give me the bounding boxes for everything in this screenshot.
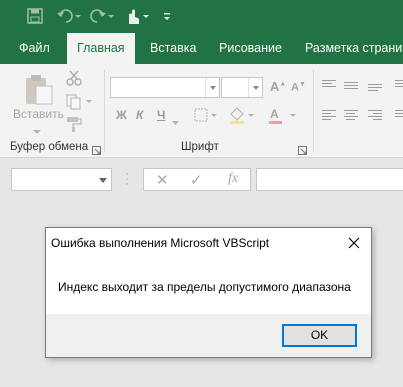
top-align-icon[interactable] (322, 80, 336, 91)
underline-dropdown-icon[interactable] (172, 114, 179, 128)
font-size-combobox[interactable] (221, 77, 263, 98)
orientation-icon[interactable] (395, 80, 403, 91)
dialog-content: Индекс выходит за пределы допустимого ди… (46, 258, 371, 314)
dialog-title-bar: Ошибка выполнения Microsoft VBScript (46, 228, 371, 258)
underline-button[interactable]: Ч (157, 108, 165, 122)
tab-insert[interactable]: Вставка (150, 33, 196, 64)
cancel-icon[interactable]: ✕ (156, 171, 169, 189)
close-icon[interactable] (337, 228, 371, 258)
undo-icon[interactable] (57, 8, 81, 25)
dialog-message: Индекс выходит за пределы допустимого ди… (58, 280, 351, 294)
font-color-icon[interactable]: A (268, 106, 300, 127)
ribbon: Вставить Буфер обмена A▲ A▼ Ж К Ч A Шриф… (0, 64, 403, 158)
name-box-dropdown-icon[interactable] (99, 178, 107, 183)
tab-draw[interactable]: Рисование (219, 33, 282, 64)
increase-font-size-icon[interactable]: A▲ (270, 79, 286, 94)
formula-bar: · · · ✕ ✓ fx (0, 158, 403, 204)
italic-button[interactable]: К (136, 108, 143, 122)
align-right-icon[interactable] (368, 110, 382, 121)
formula-input[interactable] (256, 168, 403, 191)
align-left-icon[interactable] (322, 110, 336, 121)
touch-mode-icon[interactable] (124, 8, 150, 25)
bottom-align-icon[interactable] (368, 84, 382, 95)
font-group-label: Шрифт (181, 141, 219, 153)
formula-bar-splitter[interactable]: · · · (125, 167, 129, 189)
quick-access-toolbar (0, 0, 403, 33)
customize-icon[interactable] (163, 8, 171, 25)
svg-text:A: A (270, 107, 279, 121)
ok-button[interactable]: OK (282, 324, 357, 347)
indent-icon[interactable] (395, 110, 403, 121)
bold-button[interactable]: Ж (116, 108, 127, 122)
tab-home[interactable]: Главная (67, 33, 135, 64)
clipboard-group-label: Буфер обмена (10, 141, 89, 153)
borders-icon[interactable] (194, 107, 218, 126)
fill-color-icon[interactable] (228, 106, 256, 127)
paste-dropdown-icon[interactable] (33, 124, 41, 138)
decrease-font-size-icon[interactable]: A▼ (291, 81, 306, 94)
clipboard-launcher-icon[interactable] (92, 144, 101, 158)
format-painter-icon[interactable] (66, 116, 82, 135)
paste-icon[interactable] (24, 72, 54, 109)
group-separator (313, 70, 314, 152)
tab-file[interactable]: Файл (19, 33, 50, 64)
align-center-icon[interactable] (344, 110, 358, 121)
cut-icon[interactable] (66, 70, 82, 89)
tab-page-layout[interactable]: Разметка страниц (305, 33, 403, 64)
error-dialog: Ошибка выполнения Microsoft VBScript Инд… (45, 227, 372, 358)
dialog-title: Ошибка выполнения Microsoft VBScript (51, 236, 270, 250)
group-separator (104, 70, 105, 152)
redo-icon[interactable] (90, 8, 114, 25)
paste-button-label[interactable]: Вставить (13, 107, 64, 121)
save-icon[interactable] (27, 8, 43, 25)
formula-buttons: ✕ ✓ fx (143, 168, 251, 191)
copy-icon[interactable] (66, 94, 92, 113)
insert-function-icon[interactable]: fx (228, 171, 238, 187)
name-box[interactable] (11, 168, 112, 191)
enter-icon[interactable]: ✓ (190, 171, 203, 189)
font-launcher-icon[interactable] (298, 144, 307, 158)
middle-align-icon[interactable] (344, 82, 358, 93)
ribbon-tabs: Файл Главная Вставка Рисование Разметка … (0, 33, 403, 64)
font-name-combobox[interactable] (110, 77, 220, 98)
